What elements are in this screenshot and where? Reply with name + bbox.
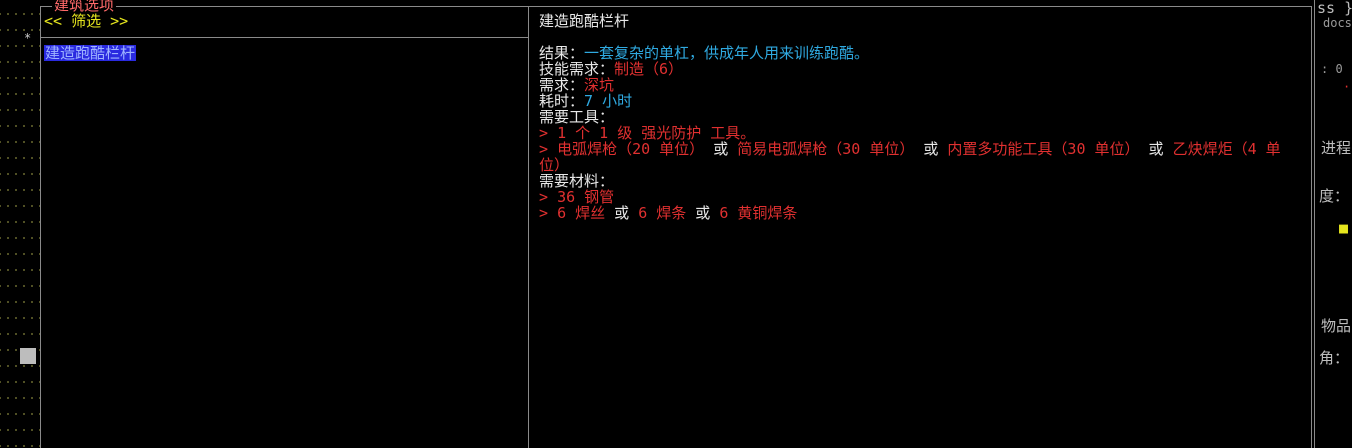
tool-line: > 1 个 1 级 强光防护 工具。 bbox=[539, 125, 1304, 141]
or-separator: 或 bbox=[1148, 140, 1164, 158]
construction-list: 建造跑酷栏杆 bbox=[44, 45, 137, 61]
sidebar-docs-text: docs bbox=[1323, 16, 1352, 30]
list-item-parkour-bars[interactable]: 建造跑酷栏杆 bbox=[44, 45, 137, 61]
tools-heading: 需要工具： bbox=[539, 108, 615, 126]
sidebar-red-mark: · bbox=[1343, 80, 1351, 94]
or-separator: 或 bbox=[713, 140, 729, 158]
sidebar-items-text: 物品 bbox=[1321, 317, 1352, 335]
cursor-block bbox=[20, 348, 36, 364]
material-item: 6 焊条 bbox=[638, 204, 687, 222]
material-item: 6 焊丝 bbox=[557, 204, 606, 222]
or-separator: 或 bbox=[614, 204, 630, 222]
filter-button[interactable]: << 筛选 >> bbox=[44, 13, 128, 29]
game-screen: * 建筑选项 << 筛选 >> 建造跑酷栏杆 建造跑酷栏杆 结果：一套复杂的单杠… bbox=[0, 0, 1352, 448]
requires-row: 需求：深坑 bbox=[539, 77, 1304, 93]
filter-divider bbox=[41, 37, 528, 38]
sidebar-progress-text: 进程 bbox=[1321, 139, 1352, 157]
right-sidebar: ss } docs : 0 · 进程 度： ■ 物品 角： bbox=[1314, 0, 1352, 448]
detail-panel: 建造跑酷栏杆 结果：一套复杂的单杠，供成年人用来训练跑酷。 技能需求：制造（6）… bbox=[539, 13, 1304, 221]
sidebar-yellow-glyph: ■ bbox=[1339, 219, 1349, 237]
gutter-marker: * bbox=[24, 31, 32, 45]
materials-heading: 需要材料： bbox=[539, 172, 615, 190]
detail-title: 建造跑酷栏杆 bbox=[539, 12, 630, 30]
sidebar-top-text: ss } bbox=[1317, 0, 1352, 17]
tool-line: > 电弧焊枪（20 单位） 或 简易电弧焊枪（30 单位） 或 内置多功能工具（… bbox=[539, 141, 1299, 173]
result-row: 结果：一套复杂的单杠，供成年人用来训练跑酷。 bbox=[539, 45, 1304, 61]
sidebar-degree-text: 度： bbox=[1319, 187, 1350, 205]
material-line: > 6 焊丝 或 6 焊条 或 6 黄铜焊条 bbox=[539, 205, 1304, 221]
skill-value: 制造（6） bbox=[614, 60, 684, 78]
material-bullet: > bbox=[539, 204, 549, 222]
left-gutter bbox=[0, 0, 40, 448]
or-separator: 或 bbox=[695, 204, 711, 222]
tool-item: 电弧焊枪（20 单位） bbox=[557, 140, 705, 158]
panel-divider bbox=[528, 6, 529, 448]
tool-item: 内置多功能工具（30 单位） bbox=[947, 140, 1140, 158]
tool-item: 简易电弧焊枪（30 单位） bbox=[737, 140, 915, 158]
skill-row: 技能需求：制造（6） bbox=[539, 61, 1304, 77]
sidebar-corner-text: 角： bbox=[1319, 349, 1350, 367]
sidebar-zero-text: : 0 bbox=[1321, 62, 1343, 76]
or-separator: 或 bbox=[923, 140, 939, 158]
time-row: 耗时：7 小时 bbox=[539, 93, 1304, 109]
material-line: > 36 钢管 bbox=[539, 189, 1304, 205]
material-item: 6 黄铜焊条 bbox=[719, 204, 798, 222]
